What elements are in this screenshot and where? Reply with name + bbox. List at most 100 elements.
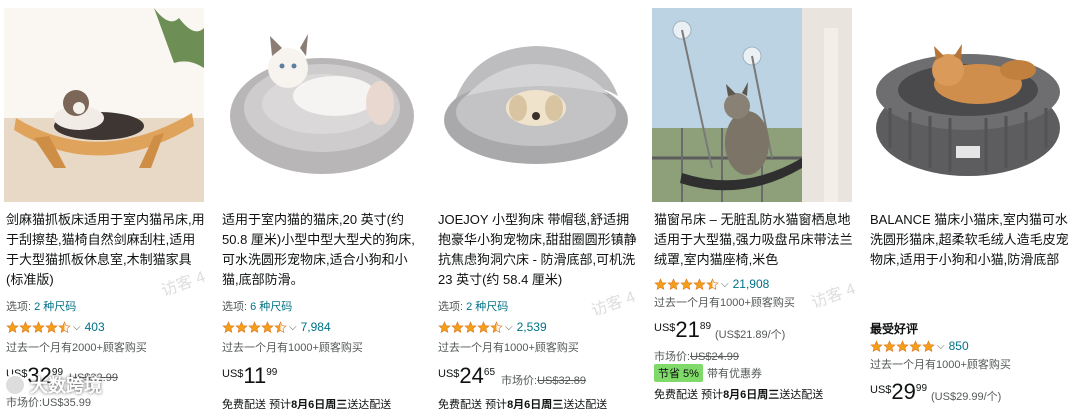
balance-cat-bed-photo (868, 8, 1068, 202)
star-icon (274, 320, 287, 333)
rating-row[interactable]: ⌵ 21,908 (654, 276, 769, 292)
best-rated-badge: 最受好评 (870, 322, 919, 336)
star-icon (438, 320, 451, 333)
price-fraction: 99 (266, 367, 278, 378)
price-fraction: 65 (483, 367, 496, 378)
options-label: 选项: (6, 301, 32, 313)
star-icon (680, 277, 693, 290)
product-title[interactable]: BALANCE 猫床小猫床,室内猫可水洗圆形猫床,超柔软毛绒人造毛皮宠物床,适用… (870, 210, 1070, 270)
options-row: 选项: 2 种尺码 (438, 298, 508, 314)
star-icon (19, 320, 32, 333)
star-icon (222, 320, 235, 333)
review-count[interactable]: 7,984 (301, 320, 331, 334)
price[interactable]: US$ 11 99 (222, 364, 277, 388)
bought-info: 过去一个月有1000+顾客购买 (654, 297, 795, 309)
product-image[interactable] (4, 8, 204, 202)
list-price: 市场价:US$32.89 (501, 375, 587, 387)
product-card[interactable]: BALANCE 猫床小猫床,室内猫可水洗圆形猫床,超柔软毛绒人造毛皮宠物床,适用… (864, 0, 1074, 409)
options-link[interactable]: 2 种尺码 (466, 301, 508, 313)
rating-row[interactable]: ⌵ 403 (6, 319, 105, 335)
star-rating[interactable] (870, 339, 935, 353)
bought-info: 过去一个月有2000+顾客购买 (6, 342, 147, 354)
options-row: 选项: 2 种尺码 (6, 298, 76, 314)
chevron-down-icon[interactable]: ⌵ (73, 322, 81, 333)
star-icon (667, 277, 680, 290)
review-count[interactable]: 850 (949, 339, 969, 353)
star-icon (909, 339, 922, 352)
price-whole: 29 (891, 379, 916, 404)
watermark-logo: 大数跨境 (4, 372, 102, 398)
review-count[interactable]: 2,539 (517, 320, 547, 334)
price-fraction: 89 (699, 321, 712, 332)
currency: US$ (870, 384, 892, 396)
star-icon (870, 339, 883, 352)
market-price: 市场价:US$24.99 (654, 351, 739, 363)
options-label: 选项: (438, 301, 464, 313)
rating-row[interactable]: ⌵ 7,984 (222, 319, 331, 335)
currency: US$ (438, 368, 460, 380)
logo-icon (4, 374, 26, 396)
cat-scratcher-photo (4, 8, 204, 202)
unit-price: (US$21.89/个) (715, 329, 786, 341)
deal-row[interactable]: 节省 5% 带有优惠券 (654, 364, 762, 382)
logo-text: 大数跨境 (30, 376, 102, 396)
product-title[interactable]: JOEJOY 小型狗床 带帽毯,舒适拥抱豪华小狗宠物床,甜甜圈圆形镇静抗焦虑狗洞… (438, 210, 638, 290)
product-image[interactable] (868, 8, 1068, 202)
product-title[interactable]: 适用于室内猫的猫床,20 英寸(约 50.8 厘米)小型中型大型犬的狗床,可水洗… (222, 210, 422, 290)
options-link[interactable]: 2 种尺码 (34, 301, 76, 313)
star-icon (464, 320, 477, 333)
product-card[interactable]: 剑麻猫抓板床适用于室内猫吊床,用于刮擦垫,猫椅自然剑麻刮柱,适用于大型猫抓板休息… (0, 0, 210, 409)
price-whole: 21 (675, 317, 700, 342)
star-rating[interactable] (438, 320, 503, 334)
coupon-text: 带有优惠券 (706, 368, 762, 380)
star-icon (248, 320, 261, 333)
product-title[interactable]: 猫窗吊床 – 无脏乱防水猫窗栖息地适用于大型猫,强力吸盘吊床带法兰绒罩,室内猫座… (654, 210, 854, 270)
price-whole: 24 (459, 363, 484, 388)
star-icon (32, 320, 45, 333)
star-icon (706, 277, 719, 290)
star-icon (922, 339, 935, 352)
chevron-down-icon[interactable]: ⌵ (937, 341, 945, 352)
window-hammock-photo (652, 8, 852, 202)
product-image[interactable] (652, 8, 852, 202)
currency: US$ (222, 368, 244, 380)
star-icon (883, 339, 896, 352)
bought-info: 过去一个月有1000+顾客购买 (438, 342, 579, 354)
options-label: 选项: (222, 301, 248, 313)
star-rating[interactable] (222, 320, 287, 334)
price[interactable]: US$ 29 99 (US$29.99/个) (870, 380, 1001, 404)
currency: US$ (654, 322, 676, 334)
product-card[interactable]: 猫窗吊床 – 无脏乱防水猫窗栖息地适用于大型猫,强力吸盘吊床带法兰绒罩,室内猫座… (648, 0, 858, 409)
star-icon (896, 339, 909, 352)
product-grid: 剑麻猫抓板床适用于室内猫吊床,用于刮擦垫,猫椅自然剑麻刮柱,适用于大型猫抓板休息… (0, 0, 1080, 409)
star-rating[interactable] (654, 277, 719, 291)
review-count[interactable]: 21,908 (733, 277, 770, 291)
options-link[interactable]: 6 种尺码 (250, 301, 292, 313)
bought-info: 过去一个月有1000+顾客购买 (870, 359, 1011, 371)
star-icon (477, 320, 490, 333)
price-whole: 11 (243, 363, 267, 388)
unit-price: (US$29.99/个) (931, 391, 1002, 403)
review-count[interactable]: 403 (85, 320, 105, 334)
chevron-down-icon[interactable]: ⌵ (721, 279, 729, 290)
star-rating[interactable] (6, 320, 71, 334)
product-image[interactable] (436, 8, 636, 202)
price[interactable]: US$ 24 65 市场价:US$32.89 (438, 364, 586, 388)
product-image[interactable] (220, 8, 420, 202)
star-icon (261, 320, 274, 333)
product-title[interactable]: 剑麻猫抓板床适用于室内猫吊床,用于刮擦垫,猫椅自然剑麻刮柱,适用于大型猫抓板休息… (6, 210, 206, 290)
price[interactable]: US$ 21 89 (US$21.89/个) (654, 318, 785, 342)
rating-row[interactable]: ⌵ 850 (870, 338, 969, 354)
delivery-info: 免费配送 预计8月6日周三送达配送 (222, 399, 392, 409)
star-icon (451, 320, 464, 333)
delivery-info: 免费配送 预计8月6日周三送达配送 (654, 389, 824, 401)
star-icon (490, 320, 503, 333)
star-icon (45, 320, 58, 333)
rating-row[interactable]: ⌵ 2,539 (438, 319, 547, 335)
chevron-down-icon[interactable]: ⌵ (289, 322, 297, 333)
product-card[interactable]: JOEJOY 小型狗床 带帽毯,舒适拥抱豪华小狗宠物床,甜甜圈圆形镇静抗焦虑狗洞… (432, 0, 642, 409)
chevron-down-icon[interactable]: ⌵ (505, 322, 513, 333)
savings-badge: 节省 5% (654, 364, 703, 382)
star-icon (654, 277, 667, 290)
product-card[interactable]: 适用于室内猫的猫床,20 英寸(约 50.8 厘米)小型中型大型犬的狗床,可水洗… (216, 0, 426, 409)
